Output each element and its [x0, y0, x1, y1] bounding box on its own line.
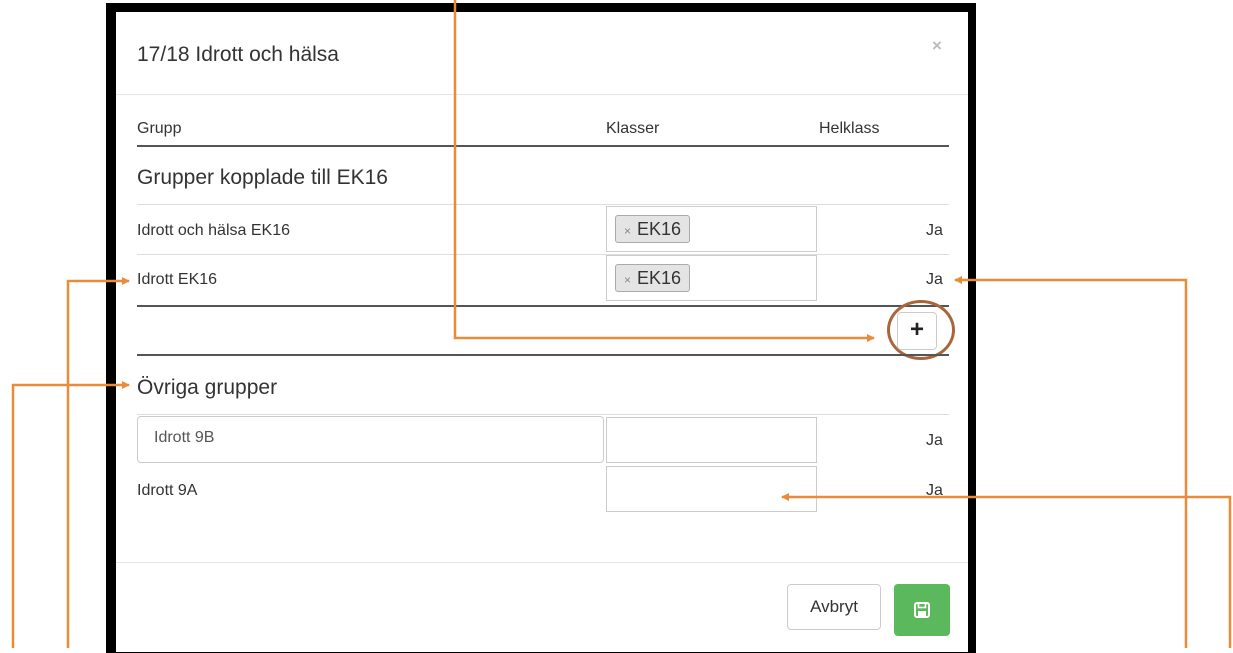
group-name: Idrott 9A — [137, 482, 198, 499]
whole-class-value: Ja — [926, 222, 943, 239]
section-title-other: Övriga grupper — [137, 376, 278, 399]
group-name: Idrott och hälsa EK16 — [137, 222, 290, 239]
class-tag: × EK16 — [615, 215, 691, 243]
column-header-group: Grupp — [137, 120, 182, 137]
class-tag: × EK16 — [615, 264, 691, 292]
group-name: Idrott EK16 — [137, 271, 218, 288]
arrow-to-whole-class — [954, 276, 1188, 648]
classes-select[interactable] — [606, 417, 817, 463]
floppy-disk-icon — [914, 602, 930, 618]
column-header-classes: Klasser — [606, 120, 660, 137]
tag-remove-icon[interactable]: × — [624, 224, 631, 238]
footer-divider — [116, 562, 968, 563]
cancel-button[interactable]: Avbryt — [787, 584, 881, 630]
group-name-input[interactable]: Idrott 9B — [137, 416, 604, 463]
class-tag-label: EK16 — [637, 219, 682, 239]
group-name-value: Idrott 9B — [154, 429, 215, 446]
classes-select[interactable] — [606, 466, 817, 512]
save-button[interactable] — [894, 584, 950, 636]
tag-remove-icon[interactable]: × — [624, 273, 631, 287]
header-divider — [116, 94, 968, 95]
section-divider — [137, 354, 949, 356]
divider — [137, 204, 949, 205]
whole-class-value: Ja — [926, 271, 943, 288]
modal-dialog — [116, 12, 968, 652]
whole-class-value: Ja — [926, 482, 943, 499]
modal-title: 17/18 Idrott och hälsa — [137, 43, 339, 66]
divider — [137, 254, 949, 255]
close-icon[interactable]: × — [932, 36, 942, 56]
classes-select[interactable]: × EK16 — [606, 255, 817, 301]
section-divider — [137, 305, 949, 307]
header-underline — [137, 145, 949, 147]
column-header-whole-class: Helklass — [819, 120, 880, 137]
whole-class-value: Ja — [926, 432, 943, 449]
section-title-linked: Grupper kopplade till EK16 — [137, 166, 388, 189]
add-group-button[interactable]: + — [897, 312, 937, 350]
class-tag-label: EK16 — [637, 268, 682, 288]
divider — [137, 414, 949, 415]
classes-select[interactable]: × EK16 — [606, 206, 817, 252]
